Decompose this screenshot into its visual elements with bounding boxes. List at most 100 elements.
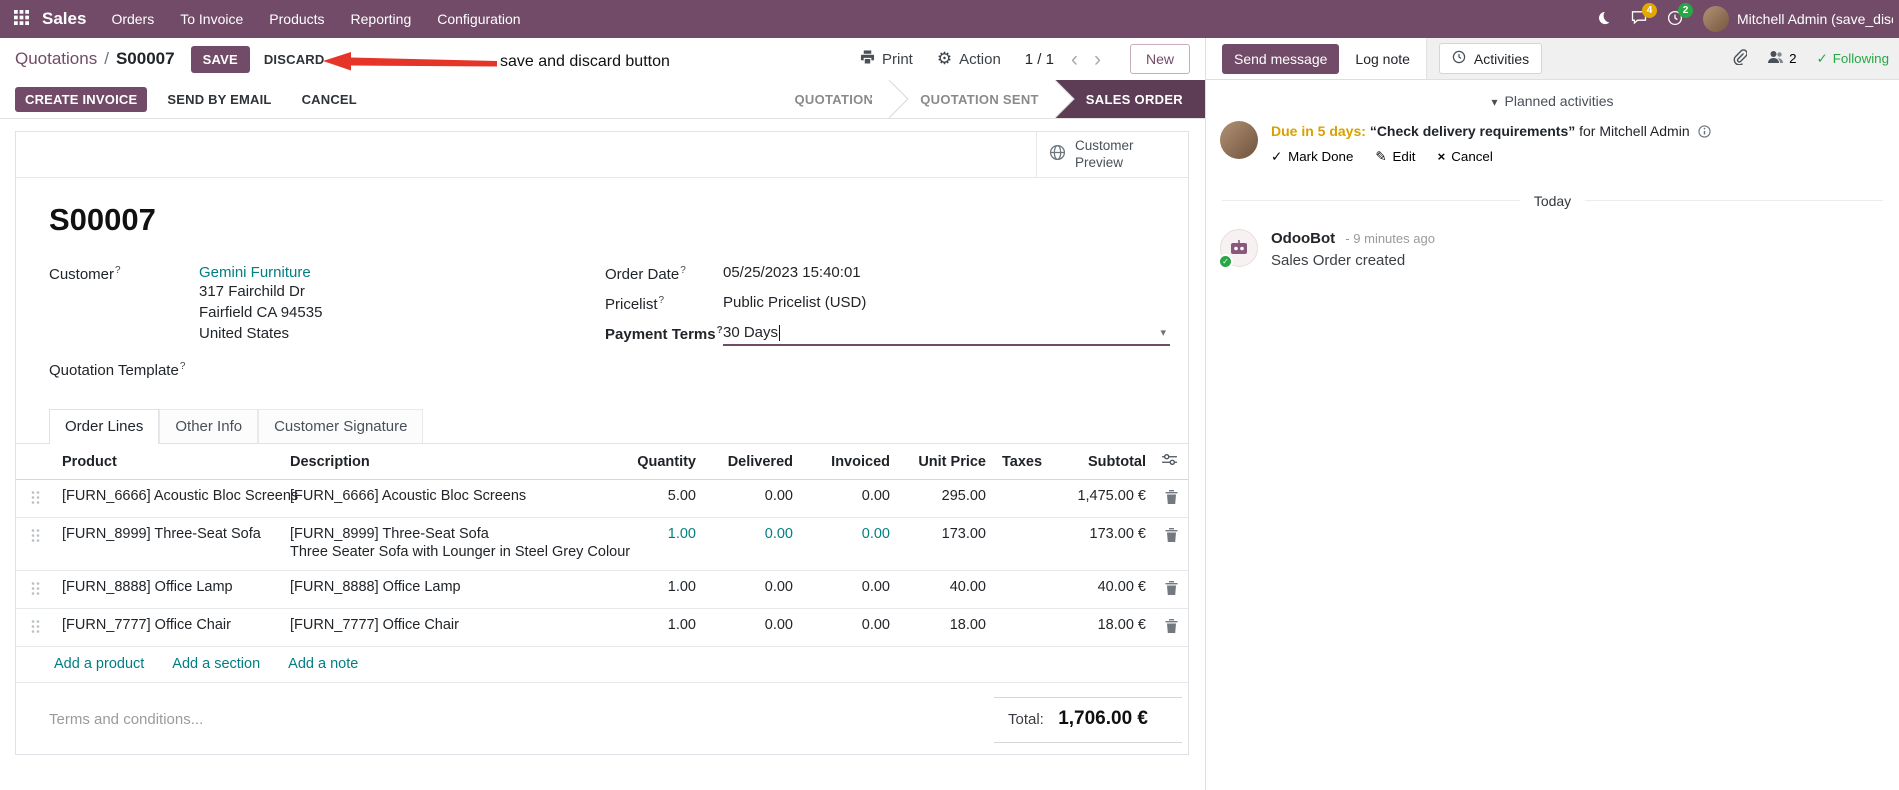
tab-order-lines[interactable]: Order Lines <box>49 409 160 444</box>
dark-mode-toggle-button[interactable] <box>1585 0 1621 38</box>
discard-button[interactable]: DISCARD <box>254 46 335 73</box>
pager-previous-button[interactable] <box>1066 49 1083 70</box>
taxes-cell[interactable] <box>994 608 1054 647</box>
send-message-button[interactable]: Send message <box>1222 43 1340 74</box>
control-panel: Quotations / S00007 SAVE DISCARD Print A… <box>0 38 1205 80</box>
delivered-cell[interactable]: 0.00 <box>704 570 801 609</box>
order-line-row[interactable]: [FURN_6666] Acoustic Bloc Screens [FURN_… <box>16 479 1188 518</box>
dropdown-caret-icon[interactable] <box>1156 326 1170 339</box>
taxes-cell[interactable] <box>994 479 1054 518</box>
product-cell[interactable]: [FURN_8999] Three-Seat Sofa <box>54 517 282 571</box>
delete-line-button[interactable] <box>1154 570 1188 609</box>
taxes-cell[interactable] <box>994 570 1054 609</box>
new-record-button[interactable]: New <box>1129 44 1190 74</box>
description-cell[interactable]: [FURN_8999] Three-Seat Sofa Three Seater… <box>282 517 630 571</box>
invoiced-cell[interactable]: 0.00 <box>801 517 898 571</box>
invoiced-column-header[interactable]: Invoiced <box>801 444 898 480</box>
product-cell[interactable]: [FURN_7777] Office Chair <box>54 608 282 647</box>
tab-customer-signature[interactable]: Customer Signature <box>258 409 424 443</box>
order-date-value[interactable]: 05/25/2023 15:40:01 <box>723 264 861 281</box>
nav-item-products[interactable]: Products <box>256 0 337 38</box>
unit-price-cell[interactable]: 295.00 <box>898 479 994 518</box>
terms-and-conditions-input[interactable]: Terms and conditions... <box>49 697 203 728</box>
order-line-row[interactable]: [FURN_7777] Office Chair [FURN_7777] Off… <box>16 608 1188 647</box>
invoiced-cell[interactable]: 0.00 <box>801 479 898 518</box>
add-section-link[interactable]: Add a section <box>172 656 260 672</box>
order-line-row[interactable]: [FURN_8888] Office Lamp [FURN_8888] Offi… <box>16 570 1188 609</box>
delete-line-button[interactable] <box>1154 479 1188 518</box>
description-cell[interactable]: [FURN_8888] Office Lamp <box>282 570 616 609</box>
description-cell[interactable]: [FURN_6666] Acoustic Bloc Screens <box>282 479 616 518</box>
drag-handle[interactable] <box>16 570 54 609</box>
product-column-header[interactable]: Product <box>54 444 282 480</box>
unit-price-cell[interactable]: 40.00 <box>898 570 994 609</box>
delete-line-button[interactable] <box>1154 517 1188 571</box>
create-invoice-button[interactable]: CREATE INVOICE <box>15 86 148 112</box>
attach-files-button[interactable] <box>1732 49 1748 68</box>
tab-other-info[interactable]: Other Info <box>159 409 259 443</box>
drag-handle[interactable] <box>16 608 54 647</box>
quantity-cell[interactable]: 5.00 <box>616 479 704 518</box>
log-note-button[interactable]: Log note <box>1355 51 1410 67</box>
product-cell[interactable]: [FURN_6666] Acoustic Bloc Screens <box>54 479 298 518</box>
activities-menu-button[interactable]: 2 <box>1657 0 1693 38</box>
nav-item-orders[interactable]: Orders <box>98 0 167 38</box>
status-step-quotation[interactable]: QUOTATION <box>776 80 891 118</box>
send-by-email-button[interactable]: SEND BY EMAIL <box>157 86 281 113</box>
delete-line-button[interactable] <box>1154 608 1188 647</box>
optional-columns-button[interactable] <box>1154 444 1188 480</box>
payment-terms-input[interactable]: 30 Days <box>723 324 1170 346</box>
info-icon[interactable] <box>1697 124 1711 144</box>
order-line-row[interactable]: [FURN_8999] Three-Seat Sofa [FURN_8999] … <box>16 517 1188 571</box>
description-cell[interactable]: [FURN_7777] Office Chair <box>282 608 616 647</box>
quantity-cell[interactable]: 1.00 <box>616 608 704 647</box>
messages-menu-button[interactable]: 4 <box>1621 0 1657 38</box>
taxes-column-header[interactable]: Taxes <box>994 444 1054 480</box>
drag-handle[interactable] <box>16 517 54 571</box>
cancel-button[interactable]: CANCEL <box>292 86 367 113</box>
edit-activity-button[interactable]: Edit <box>1375 149 1416 165</box>
add-note-link[interactable]: Add a note <box>288 656 358 672</box>
breadcrumb-quotations-link[interactable]: Quotations <box>15 49 97 69</box>
help-marker: ? <box>179 361 186 372</box>
quantity-column-header[interactable]: Quantity <box>616 444 704 480</box>
pager-next-button[interactable] <box>1089 49 1106 70</box>
quantity-cell[interactable]: 1.00 <box>616 570 704 609</box>
delivered-cell[interactable]: 0.00 <box>704 608 801 647</box>
drag-handle[interactable] <box>16 479 54 518</box>
nav-item-configuration[interactable]: Configuration <box>424 0 533 38</box>
add-product-link[interactable]: Add a product <box>54 656 144 672</box>
customer-link[interactable]: Gemini Furniture <box>199 264 311 281</box>
cancel-activity-button[interactable]: Cancel <box>1438 149 1493 165</box>
mark-done-button[interactable]: Mark Done <box>1271 149 1353 165</box>
taxes-cell[interactable] <box>994 517 1054 571</box>
pricelist-value[interactable]: Public Pricelist (USD) <box>723 294 866 311</box>
user-menu[interactable]: Mitchell Admin (save_discar <box>1693 6 1893 32</box>
customer-preview-button[interactable]: Customer Preview <box>1036 132 1188 177</box>
save-button[interactable]: SAVE <box>190 45 250 73</box>
delivered-column-header[interactable]: Delivered <box>704 444 801 480</box>
following-toggle-button[interactable]: Following <box>1817 51 1889 67</box>
description-column-header[interactable]: Description <box>282 444 616 480</box>
nav-item-to-invoice[interactable]: To Invoice <box>167 0 256 38</box>
invoiced-cell[interactable]: 0.00 <box>801 570 898 609</box>
unit-price-cell[interactable]: 173.00 <box>898 517 994 571</box>
app-name[interactable]: Sales <box>38 9 98 29</box>
apps-menu-button[interactable] <box>4 0 38 38</box>
delivered-cell[interactable]: 0.00 <box>704 479 801 518</box>
status-step-quotation-sent[interactable]: QUOTATION SENT <box>890 80 1056 118</box>
product-cell[interactable]: [FURN_8888] Office Lamp <box>54 570 282 609</box>
unit-price-column-header[interactable]: Unit Price <box>898 444 994 480</box>
nav-item-reporting[interactable]: Reporting <box>338 0 425 38</box>
subtotal-column-header[interactable]: Subtotal <box>1054 444 1154 480</box>
followers-button[interactable]: 2 <box>1767 50 1797 67</box>
activities-tab[interactable]: Activities <box>1438 43 1543 74</box>
print-button[interactable]: Print <box>860 49 913 69</box>
action-button[interactable]: Action <box>937 50 1001 68</box>
unit-price-cell[interactable]: 18.00 <box>898 608 994 647</box>
field-group-right: Order Date? 05/25/2023 15:40:01 Pricelis… <box>605 264 1170 387</box>
delivered-cell[interactable]: 0.00 <box>704 517 801 571</box>
planned-activities-header[interactable]: Planned activities <box>1206 93 1899 109</box>
payment-terms-label: Payment Terms? <box>605 325 723 343</box>
invoiced-cell[interactable]: 0.00 <box>801 608 898 647</box>
